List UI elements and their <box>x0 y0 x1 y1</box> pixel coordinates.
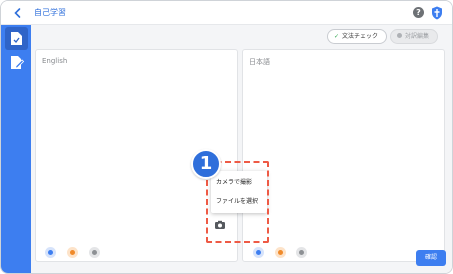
document-icon <box>11 32 22 45</box>
microphone-icon[interactable] <box>67 247 78 258</box>
source-language-label: English <box>42 57 68 65</box>
grammar-check-button[interactable]: ✓ 文法チェック <box>327 29 388 44</box>
sidebar-item-document[interactable] <box>5 27 28 50</box>
target-language-label: 日本語 <box>249 58 270 66</box>
shield-icon[interactable] <box>431 6 443 20</box>
sidebar-item-edit[interactable] <box>5 51 28 74</box>
sidebar <box>1 25 31 273</box>
clear-icon[interactable] <box>296 247 307 258</box>
app-window: 自己学習 ? ✓ 文法チェック 対訳編集 English 日本語 カメラで撮影 … <box>0 0 453 274</box>
speaker-icon[interactable] <box>45 247 56 258</box>
microphone-icon[interactable] <box>275 247 286 258</box>
header-bar: 自己学習 ? <box>1 1 452 25</box>
compare-edit-label: 対訳編集 <box>405 33 430 40</box>
page-title: 自己学習 <box>34 8 66 17</box>
speaker-icon[interactable] <box>253 247 264 258</box>
target-text-panel[interactable]: 日本語 <box>242 49 445 262</box>
toggle-dot-icon <box>397 33 402 38</box>
help-icon[interactable]: ? <box>413 7 424 18</box>
confirm-button[interactable]: 確認 <box>416 250 446 266</box>
compare-edit-button[interactable]: 対訳編集 <box>390 29 439 44</box>
back-arrow-icon[interactable] <box>11 6 25 20</box>
clear-icon[interactable] <box>89 247 100 258</box>
grammar-check-label: 文法チェック <box>342 33 379 40</box>
step-number-badge: 1 <box>191 149 221 179</box>
edit-document-icon <box>11 56 24 69</box>
checkmark-icon: ✓ <box>334 33 340 40</box>
